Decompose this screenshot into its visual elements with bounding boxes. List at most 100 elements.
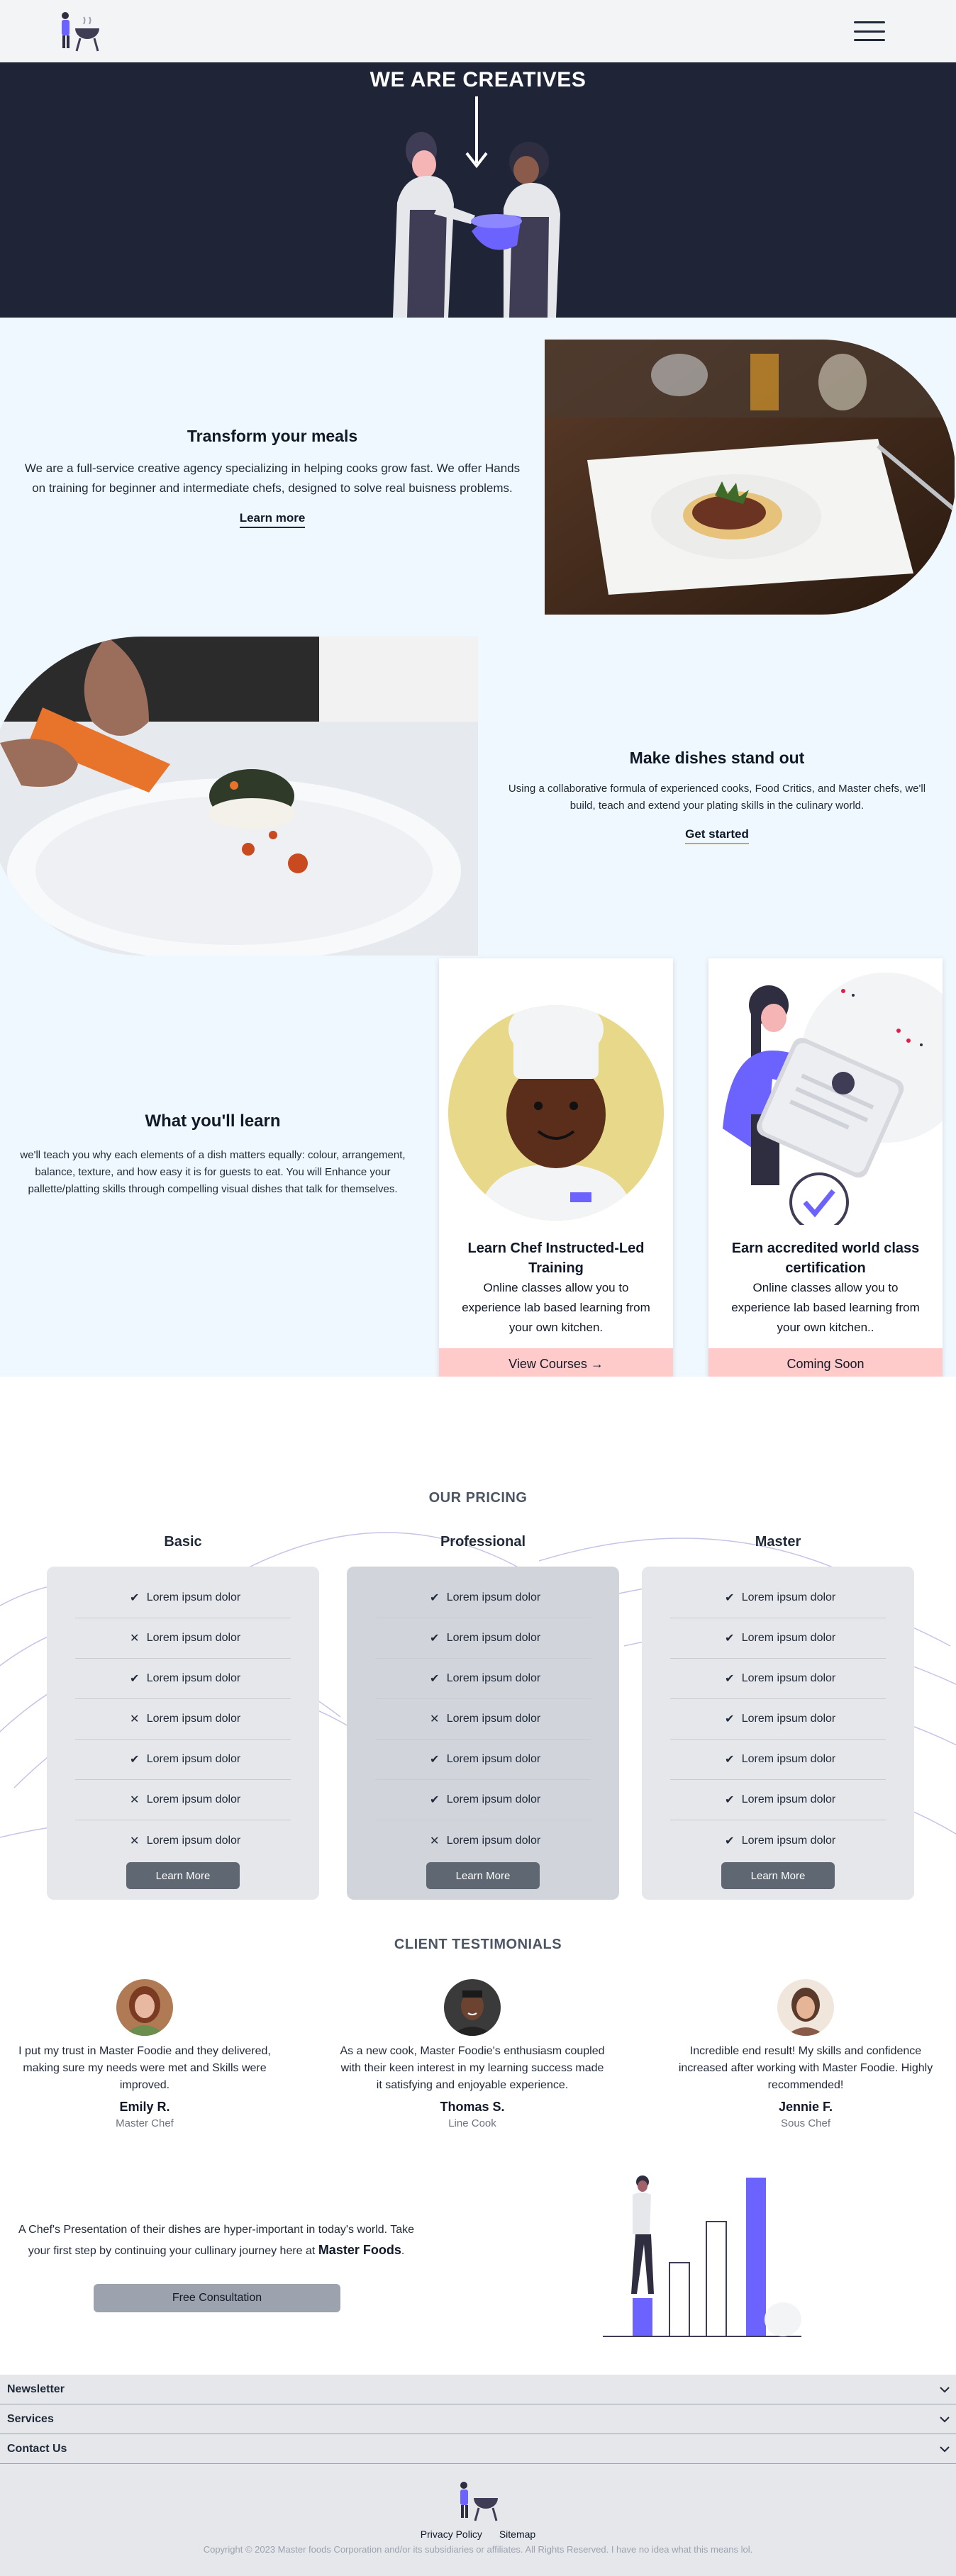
learn-text: What you'll learn we'll teach you why ea… [0, 956, 426, 1377]
footer-links: Privacy Policy Sitemap [0, 2529, 956, 2540]
check-icon: ✔ [725, 1713, 735, 1725]
plan-professional-learn-more-button[interactable]: Learn More [426, 1862, 540, 1889]
plan-professional-features: ✔ Lorem ipsum dolor ✔ Lorem ipsum dolor ✔ L… [375, 1578, 591, 1861]
plan-master-features: ✔ Lorem ipsum dolor ✔ Lorem ipsum dolor ✔ L… [670, 1578, 886, 1861]
course-card-certification-title: Earn accredited world class certificatio… [731, 1241, 920, 1276]
course-card-certification: Earn accredited world class certificatio… [708, 958, 956, 1379]
testimonials-title: CLIENT TESTIMONIALS [394, 1937, 562, 1952]
consultation-cta: A Chef's Presentation of their dishes ar… [0, 2171, 956, 2375]
plan-feature: ✔ Lorem ipsum dolor [670, 1699, 886, 1740]
check-icon: ✔ [430, 1633, 440, 1645]
chef-grill-logo-icon[interactable] [454, 2478, 502, 2524]
chevron-down-icon [940, 2446, 950, 2452]
top-nav [0, 0, 956, 62]
footer-accordion: Newsletter Services Contact Us [0, 2375, 956, 2464]
plan-professional-card: ✔ Lorem ipsum dolor ✔ Lorem ipsum dolor ✔ L… [347, 1567, 619, 1900]
feature-stand-out-title: Make dishes stand out [629, 748, 805, 767]
copyright-text: Copyright © 2023 Master foods Corporatio… [203, 2544, 753, 2555]
coming-soon-button[interactable]: Coming Soon [708, 1348, 943, 1379]
plan-feature: ✔ Lorem ipsum dolor [75, 1659, 291, 1699]
course-card-training-title: Learn Chef Instructed-Led Training [467, 1241, 645, 1276]
check-icon: ✔ [130, 1673, 140, 1685]
plan-feature: ✔ Lorem ipsum dolor [670, 1578, 886, 1618]
hamburger-icon[interactable] [854, 21, 885, 41]
plan-feature: ✔ Lorem ipsum dolor [670, 1780, 886, 1820]
check-icon: ✔ [430, 1794, 440, 1806]
feature-stand-out: Make dishes stand out Using a collaborat… [0, 637, 956, 956]
plan-feature: ✔ Lorem ipsum dolor [375, 1780, 591, 1820]
feature-stand-out-body: Using a collaborative formula of experie… [508, 782, 926, 812]
plan-basic-learn-more-button[interactable]: Learn More [126, 1862, 240, 1889]
plan-feature: ✕ Lorem ipsum dolor [375, 1820, 591, 1861]
plan-feature: ✕ Lorem ipsum dolor [75, 1780, 291, 1820]
chevron-down-icon [940, 2386, 950, 2392]
accordion-services[interactable]: Services [0, 2404, 956, 2434]
free-consultation-button[interactable]: Free Consultation [94, 2284, 340, 2312]
cross-icon: ✕ [130, 1835, 140, 1847]
plan-feature: ✔ Lorem ipsum dolor [670, 1618, 886, 1659]
feature-transform: Transform your meals We are a full-servi… [0, 318, 956, 637]
plan-basic-features: ✔ Lorem ipsum dolor ✕ Lorem ipsum dolor ✔ L… [75, 1578, 291, 1861]
cross-icon: ✕ [430, 1713, 440, 1725]
check-icon: ✔ [725, 1835, 735, 1847]
pricing-title: OUR PRICING [428, 1490, 528, 1506]
plan-feature: ✕ Lorem ipsum dolor [375, 1699, 591, 1740]
feature-stand-out-text: Make dishes stand out Using a collaborat… [478, 749, 956, 844]
plan-master-learn-more-button[interactable]: Learn More [721, 1862, 835, 1889]
plan-feature: ✔ Lorem ipsum dolor [375, 1740, 591, 1780]
chevron-down-icon [940, 2416, 950, 2422]
testimonial-name: Jennie F. [778, 2100, 833, 2114]
plan-feature: ✕ Lorem ipsum dolor [75, 1820, 291, 1861]
check-icon: ✔ [725, 1794, 735, 1806]
cross-icon: ✕ [130, 1794, 140, 1806]
view-courses-button[interactable]: View Courses → [439, 1348, 673, 1379]
feature-transform-body: We are a full-service creative agency sp… [24, 461, 521, 495]
plan-feature: ✔ Lorem ipsum dolor [75, 1578, 291, 1618]
testimonial-role: Master Chef [116, 2117, 174, 2129]
plan-feature: ✔ Lorem ipsum dolor [375, 1618, 591, 1659]
learn-body: we'll teach you why each elements of a d… [20, 1149, 406, 1195]
course-card-training: Learn Chef Instructed-Led Training Onlin… [439, 958, 673, 1379]
accordion-newsletter[interactable]: Newsletter [0, 2375, 956, 2404]
plan-feature: ✔ Lorem ipsum dolor [375, 1578, 591, 1618]
plan-basic-name: Basic [164, 1534, 202, 1550]
cross-icon: ✕ [430, 1835, 440, 1847]
testimonial-quote: Incredible end result! My skills and con… [678, 2045, 933, 2091]
check-icon: ✔ [130, 1754, 140, 1766]
plan-feature: ✔ Lorem ipsum dolor [75, 1740, 291, 1780]
avatar [444, 1979, 501, 2036]
chef-avatar-illustration [448, 1005, 664, 1221]
plan-feature: ✔ Lorem ipsum dolor [670, 1740, 886, 1780]
sitemap-link[interactable]: Sitemap [499, 2529, 535, 2540]
testimonial-name: Thomas S. [440, 2100, 505, 2114]
hero-banner: WE ARE CREATIVES [0, 62, 956, 318]
arrow-down-icon [465, 96, 488, 169]
chef-grill-logo-icon[interactable] [55, 9, 104, 54]
check-icon: ✔ [430, 1673, 440, 1685]
pricing-section: OUR PRICING Basic Professional Master ✔ L… [0, 1377, 956, 1922]
check-icon: ✔ [725, 1673, 735, 1685]
check-icon: ✔ [430, 1754, 440, 1766]
cross-icon: ✕ [130, 1713, 140, 1725]
testimonial-role: Sous Chef [780, 2117, 831, 2129]
course-card-training-body: Online classes allow you to experience l… [462, 1281, 650, 1334]
plated-steak-image [545, 340, 956, 615]
testimonial-card: Incredible end result! My skills and con… [671, 1979, 940, 2129]
learn-title: What you'll learn [145, 1111, 281, 1131]
plan-professional-name: Professional [440, 1534, 526, 1550]
plan-feature: ✔ Lorem ipsum dolor [375, 1659, 591, 1699]
testimonial-role: Line Cook [448, 2117, 496, 2129]
check-icon: ✔ [430, 1592, 440, 1604]
get-started-link[interactable]: Get started [685, 827, 749, 844]
check-icon: ✔ [130, 1592, 140, 1604]
learn-more-link[interactable]: Learn more [239, 511, 306, 528]
privacy-policy-link[interactable]: Privacy Policy [421, 2529, 482, 2540]
check-icon: ✔ [725, 1754, 735, 1766]
accordion-contact-us[interactable]: Contact Us [0, 2434, 956, 2464]
certificate-illustration [723, 973, 956, 1232]
brand-name: Master Foods [318, 2243, 401, 2257]
growth-chart-illustration [603, 2175, 801, 2337]
testimonial-name: Emily R. [119, 2100, 170, 2114]
two-chefs-illustration [393, 96, 560, 318]
testimonials-section: CLIENT TESTIMONIALS I put my trust in Ma… [0, 1922, 956, 2171]
